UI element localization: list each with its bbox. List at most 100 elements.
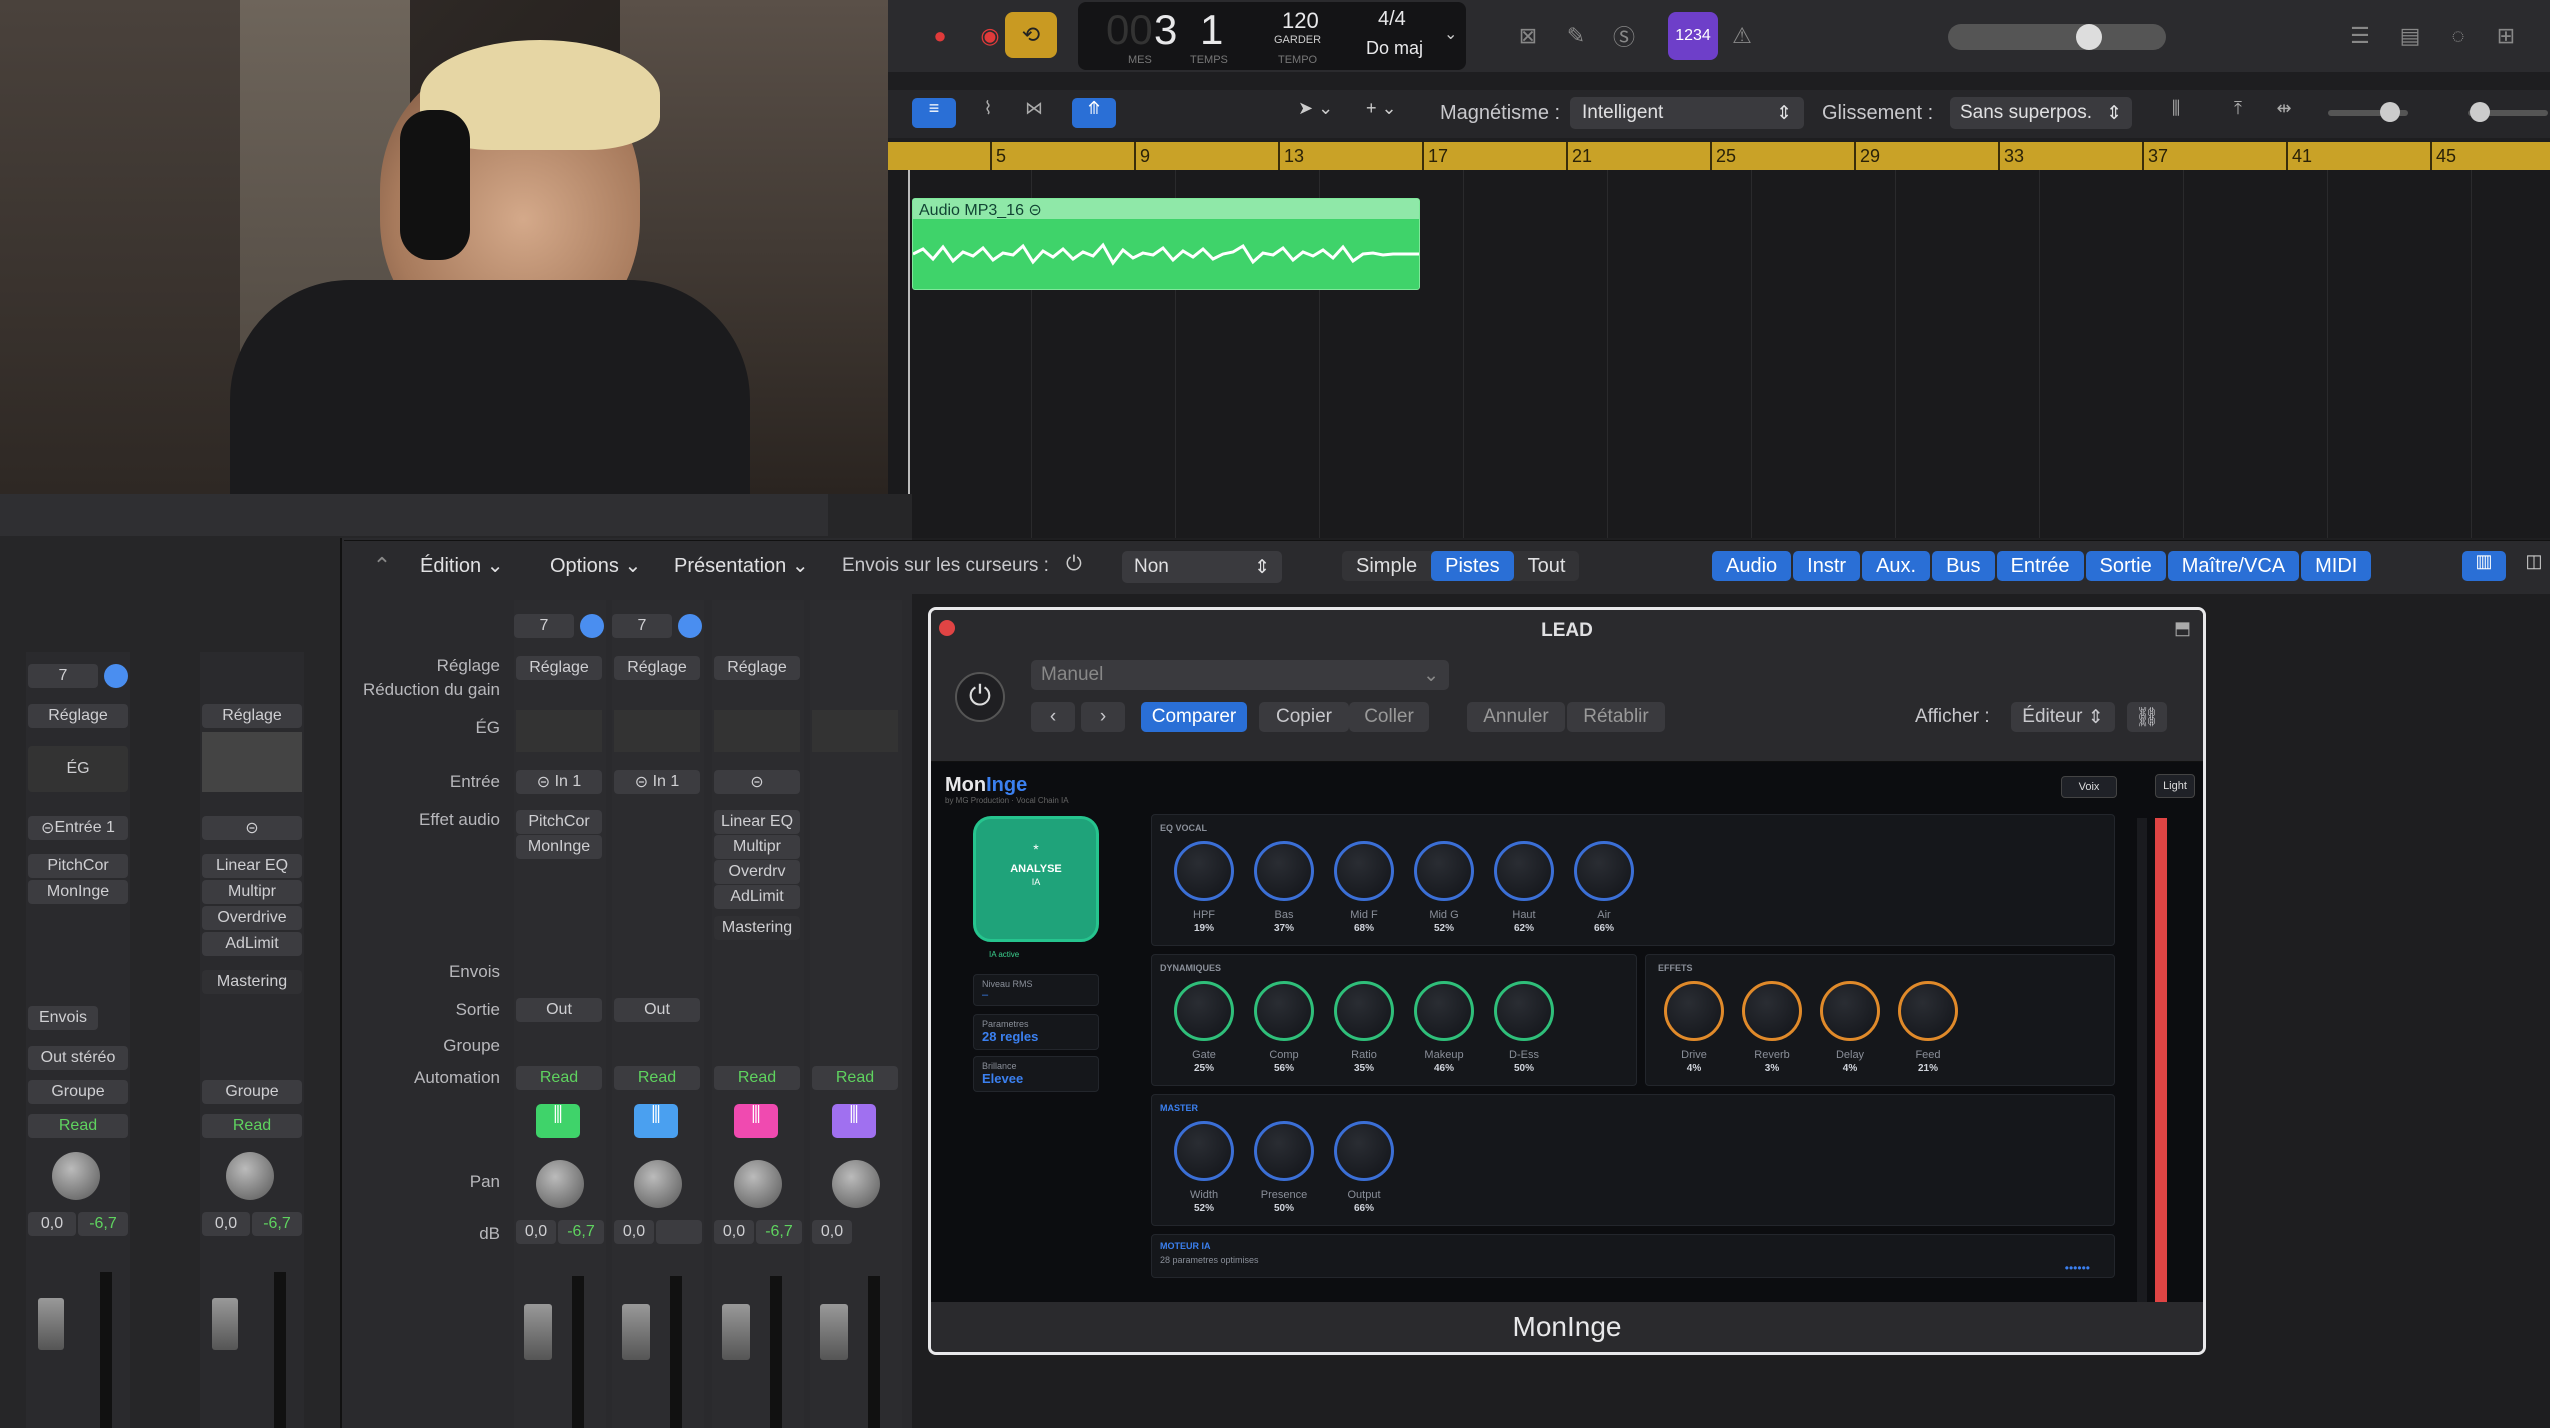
paste-button[interactable]: Coller: [1349, 702, 1429, 732]
fx-slot[interactable]: Linear EQ: [714, 810, 800, 834]
region-list-icon[interactable]: ≡: [912, 98, 956, 128]
automation-button[interactable]: Read: [812, 1066, 898, 1090]
volume-fader[interactable]: [212, 1298, 238, 1350]
tab-input[interactable]: Entrée: [1996, 551, 2084, 581]
automation-icon[interactable]: ⌇: [968, 98, 1008, 128]
tab-tracks[interactable]: Pistes: [1431, 551, 1514, 581]
analyse-button[interactable]: * ANALYSE IA: [973, 816, 1099, 942]
eq-knob[interactable]: [1254, 841, 1314, 901]
eq-thumbnail[interactable]: [714, 710, 800, 752]
output-button[interactable]: Out stéréo: [28, 1046, 128, 1070]
fx-slot[interactable]: AdLimit: [714, 885, 800, 909]
eq-knob[interactable]: [1334, 841, 1394, 901]
dyn-knob[interactable]: [1414, 981, 1474, 1041]
volume-value[interactable]: 0,0: [516, 1220, 556, 1244]
browser-icon[interactable]: ⊞: [2484, 14, 2528, 58]
volume-fader[interactable]: [524, 1304, 552, 1360]
fx-slot-1[interactable]: Linear EQ: [202, 854, 302, 878]
count-in-badge[interactable]: 1234: [1668, 12, 1718, 60]
split-view-icon[interactable]: ▥: [2462, 551, 2506, 581]
input-monitor-icon[interactable]: [678, 614, 702, 638]
volume-fader[interactable]: [820, 1304, 848, 1360]
tab-bus[interactable]: Bus: [1932, 551, 1995, 581]
view-menu[interactable]: Présentation ⌄: [674, 553, 809, 578]
fx-knob[interactable]: [1742, 981, 1802, 1041]
setting-button[interactable]: Réglage: [516, 656, 602, 680]
setting-button[interactable]: Réglage: [614, 656, 700, 680]
tracks-area[interactable]: Audio MP3_16 ⊝: [888, 170, 2550, 538]
undo-button[interactable]: Annuler: [1467, 702, 1565, 732]
pan-knob[interactable]: [226, 1152, 274, 1200]
link-icon[interactable]: ⛓: [2127, 702, 2167, 732]
fx-slot[interactable]: Multipr: [714, 835, 800, 859]
eq-thumbnail[interactable]: [516, 710, 602, 752]
preset-select[interactable]: Manuel ⌄: [1031, 660, 1449, 690]
master-volume-thumb[interactable]: [2076, 24, 2102, 50]
compare-button[interactable]: Comparer: [1141, 702, 1247, 732]
fx-knob[interactable]: [1664, 981, 1724, 1041]
fit-vertical-icon[interactable]: ⤒: [2218, 98, 2258, 128]
input-slot[interactable]: ⊝ In 1: [516, 770, 602, 794]
cycle-button[interactable]: ⟲: [1005, 12, 1057, 58]
tab-aux[interactable]: Aux.: [1862, 551, 1931, 581]
volume-value[interactable]: 0,0: [614, 1220, 654, 1244]
tab-audio[interactable]: Audio: [1712, 551, 1792, 581]
dyn-knob[interactable]: [1254, 981, 1314, 1041]
volume-value[interactable]: 0,0: [714, 1220, 754, 1244]
tab-output[interactable]: Sortie: [2085, 551, 2166, 581]
master-volume-slider[interactable]: [1948, 24, 2166, 50]
track-icon[interactable]: ⫼: [734, 1104, 778, 1138]
options-menu[interactable]: Options ⌄: [550, 553, 641, 578]
tab-midi[interactable]: MIDI: [2301, 551, 2372, 581]
automation-button[interactable]: Read: [202, 1114, 302, 1138]
pan-knob[interactable]: [52, 1152, 100, 1200]
tab-master-vca[interactable]: Maître/VCA: [2167, 551, 2300, 581]
fx-knob[interactable]: [1898, 981, 1958, 1041]
tab-simple[interactable]: Simple: [1342, 551, 1431, 581]
fx-slot-1[interactable]: PitchCor: [28, 854, 128, 878]
eq-thumbnail[interactable]: [614, 710, 700, 752]
input-monitor-icon[interactable]: [104, 664, 128, 688]
fx-slot[interactable]: Overdrv: [714, 860, 800, 884]
fx-slot-2[interactable]: MonInge: [28, 880, 128, 904]
playhead[interactable]: [908, 170, 910, 538]
fx-slot-2[interactable]: Multipr: [202, 880, 302, 904]
setting-button[interactable]: Réglage: [28, 704, 128, 728]
voix-button[interactable]: Voix: [2061, 776, 2117, 798]
next-preset-icon[interactable]: ›: [1081, 702, 1125, 732]
volume-value[interactable]: 0,0: [202, 1212, 250, 1236]
fx-slot-3[interactable]: Overdrive: [202, 906, 302, 930]
metronome-icon[interactable]: ⚠: [1720, 14, 1764, 58]
magnetism-select[interactable]: Intelligent ⇕: [1570, 97, 1804, 129]
volume-value[interactable]: 0,0: [28, 1212, 76, 1236]
eq-knob[interactable]: [1174, 841, 1234, 901]
add-tool-icon[interactable]: + ⌄: [1366, 98, 1422, 128]
eq-knob[interactable]: [1574, 841, 1634, 901]
automation-button[interactable]: Read: [28, 1114, 128, 1138]
channel-number[interactable]: 7: [514, 614, 574, 638]
sends-button[interactable]: Envois: [28, 1006, 98, 1030]
dyn-knob[interactable]: [1174, 981, 1234, 1041]
tab-instr[interactable]: Instr: [1793, 551, 1861, 581]
fx-slot-4[interactable]: AdLimit: [202, 932, 302, 956]
input-monitor-icon[interactable]: [580, 614, 604, 638]
catch-icon[interactable]: ⤊: [1072, 98, 1116, 128]
setting-button[interactable]: Réglage: [714, 656, 800, 680]
sends-select[interactable]: Non ⇕: [1122, 551, 1282, 583]
dyn-knob[interactable]: [1494, 981, 1554, 1041]
edit-menu[interactable]: Édition ⌄: [420, 553, 503, 578]
link-icon[interactable]: ⊝: [714, 770, 800, 794]
eq-knob[interactable]: [1494, 841, 1554, 901]
horizontal-zoom-thumb[interactable]: [2470, 102, 2490, 122]
waveform-zoom-icon[interactable]: ⫼: [2156, 98, 2196, 128]
volume-value[interactable]: 0,0: [812, 1220, 852, 1244]
fx-knob[interactable]: [1820, 981, 1880, 1041]
track-icon[interactable]: ⫼: [536, 1104, 580, 1138]
master-knob[interactable]: [1334, 1121, 1394, 1181]
sidebar-icon[interactable]: ◫: [2512, 551, 2550, 581]
pan-knob[interactable]: [536, 1160, 584, 1208]
tuner-icon[interactable]: ✎: [1554, 14, 1598, 58]
eq-thumbnail[interactable]: ÉG: [28, 746, 128, 792]
output-button[interactable]: Out: [614, 998, 700, 1022]
lcd-display[interactable]: 00 3 1 MES TEMPS 120 GARDER TEMPO 4/4 Do…: [1078, 2, 1466, 70]
